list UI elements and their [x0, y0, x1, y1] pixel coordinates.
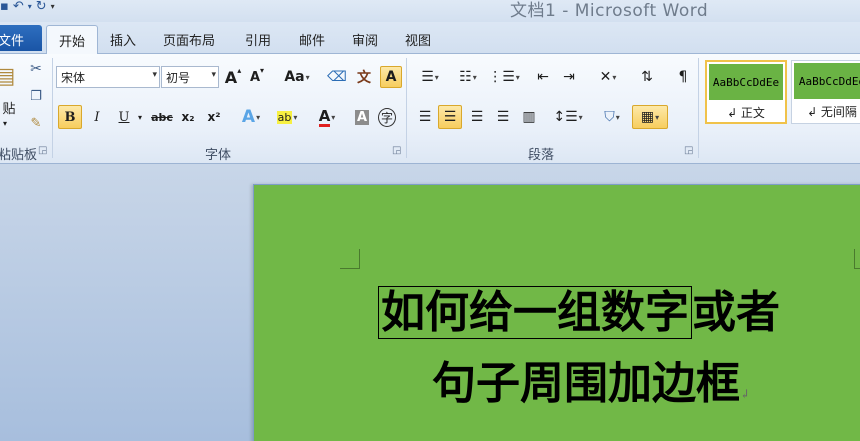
text-effects-button[interactable]: A ▾: [236, 105, 266, 129]
customize-toolbar-icon[interactable]: ▾: [51, 0, 55, 14]
justify-icon[interactable]: ☰: [492, 105, 514, 129]
font-color-label: A: [318, 106, 331, 127]
shrink-font-label: A: [249, 69, 261, 85]
window-title: 文档1 - Microsoft Word: [510, 1, 709, 21]
bold-button[interactable]: B: [58, 105, 82, 129]
show-marks-icon[interactable]: ¶: [672, 66, 694, 88]
clear-format-icon[interactable]: ⌫: [326, 66, 348, 88]
change-case-button[interactable]: Aa ▾: [282, 66, 312, 88]
tab-page-layout[interactable]: 页面布局: [163, 30, 215, 49]
underline-dropdown-icon[interactable]: ▾: [135, 105, 145, 129]
ribbon: ▤ 贴 ▾ ✂ ❐ ✎ 粘贴板 ◲ 宋体 ▾ 初号 ▾ A ▴ A ▾ Aa ▾ ⌫ …: [0, 54, 860, 164]
subscript-button[interactable]: x₂: [178, 105, 198, 129]
multilevel-list-icon[interactable]: ⋮☰ ▾: [488, 66, 520, 88]
group-label-font: 字体: [205, 148, 232, 163]
document-line-1[interactable]: 如何给一组数字或者: [378, 276, 780, 340]
tab-review[interactable]: 审阅: [352, 30, 378, 49]
font-size-combo[interactable]: 初号 ▾: [161, 66, 219, 88]
tab-home[interactable]: 开始: [46, 25, 98, 55]
font-color-button[interactable]: A ▾: [310, 105, 344, 129]
plain-text[interactable]: 或者: [692, 287, 780, 338]
ribbon-tabs: 文件 开始 插入 页面布局 引用 邮件 审阅 视图: [0, 22, 860, 55]
bordered-text[interactable]: 如何给一组数字: [378, 286, 692, 339]
change-case-label: Aa: [284, 69, 305, 85]
borders-icon[interactable]: ▦ ▾: [632, 105, 668, 129]
grow-font-label: A: [224, 67, 238, 87]
align-right-icon[interactable]: ☰: [466, 105, 488, 129]
highlight-label: ab: [276, 110, 293, 124]
chevron-down-icon[interactable]: ▾: [211, 70, 216, 80]
tab-insert[interactable]: 插入: [110, 30, 136, 49]
font-size-value: 初号: [166, 71, 191, 85]
chevron-down-icon[interactable]: ▾: [152, 70, 157, 80]
numbering-icon[interactable]: ☷ ▾: [452, 66, 484, 88]
redo-icon[interactable]: ↻: [36, 0, 47, 14]
style-no-spacing[interactable]: AaBbCcDdEe ↲ 无间隔: [791, 60, 860, 124]
format-painter-icon[interactable]: ✎: [27, 114, 45, 132]
paragraph-mark: ↲: [740, 387, 751, 401]
paste-dropdown-icon[interactable]: ▾: [0, 118, 10, 128]
phonetic-guide-button[interactable]: 文: [353, 66, 375, 88]
crop-mark: [854, 249, 860, 269]
tab-references[interactable]: 引用: [245, 30, 271, 49]
group-separator: [698, 58, 699, 158]
group-separator: [406, 58, 407, 158]
font-name-value: 宋体: [61, 71, 86, 85]
distributed-icon[interactable]: ▥: [518, 105, 540, 129]
cut-icon[interactable]: ✂: [27, 60, 45, 78]
font-name-combo[interactable]: 宋体 ▾: [56, 66, 160, 88]
shading-icon[interactable]: ⛉ ▾: [596, 105, 628, 129]
enclose-characters-label: 字: [377, 107, 396, 127]
title-bar: ▪ ↶ ▾ ↻ ▾ 文档1 - Microsoft Word: [0, 0, 860, 22]
clipboard-launcher-icon[interactable]: ◲: [38, 145, 47, 156]
document-page[interactable]: 如何给一组数字或者 句子周围加边框↲: [253, 184, 860, 441]
copy-icon[interactable]: ❐: [27, 87, 45, 105]
crop-mark: [340, 249, 360, 269]
bullets-icon[interactable]: ☰ ▾: [414, 66, 446, 88]
grow-font-button[interactable]: A ▴: [224, 66, 242, 88]
strikethrough-button[interactable]: abc: [150, 105, 174, 129]
style-sample: AaBbCcDdEe: [794, 63, 860, 99]
chinese-layout-icon[interactable]: ✕ ▾: [592, 66, 624, 88]
align-left-icon[interactable]: ☰: [414, 105, 436, 129]
group-label-clipboard: 粘贴板: [0, 148, 38, 163]
document-line-2[interactable]: 句子周围加边框↲: [432, 347, 750, 411]
character-border-button[interactable]: A: [380, 66, 402, 88]
undo-icon[interactable]: ↶: [13, 0, 24, 14]
plain-text[interactable]: 句子周围加边框: [432, 358, 740, 409]
shrink-font-button[interactable]: A ▾: [248, 66, 266, 88]
style-name: ↲ 正文: [727, 106, 765, 120]
group-label-paragraph: 段落: [528, 148, 555, 163]
text-effects-label: A: [241, 107, 256, 127]
style-sample: AaBbCcDdEe: [709, 64, 783, 100]
character-shading-button[interactable]: A: [352, 105, 372, 129]
style-normal[interactable]: AaBbCcDdEe ↲ 正文: [705, 60, 787, 124]
styles-gallery: AaBbCcDdEe ↲ 正文 AaBbCcDdEe ↲ 无间隔: [705, 60, 860, 126]
group-separator: [52, 58, 53, 158]
quick-access-toolbar: ▪ ↶ ▾ ↻ ▾: [0, 0, 55, 14]
underline-button[interactable]: U: [114, 105, 134, 129]
font-launcher-icon[interactable]: ◲: [392, 145, 401, 156]
align-center-icon[interactable]: ☰: [438, 105, 462, 129]
increase-indent-icon[interactable]: ⇥: [558, 66, 580, 88]
highlight-button[interactable]: ab ▾: [270, 105, 304, 129]
sort-icon[interactable]: ⇅: [636, 66, 658, 88]
decrease-indent-icon[interactable]: ⇤: [532, 66, 554, 88]
tab-mailings[interactable]: 邮件: [299, 30, 325, 49]
italic-button[interactable]: I: [88, 105, 106, 129]
character-shading-label: A: [354, 109, 370, 125]
line-spacing-icon[interactable]: ↕☰ ▾: [552, 105, 584, 129]
paste-icon[interactable]: ▤: [0, 58, 16, 94]
paragraph-launcher-icon[interactable]: ◲: [684, 145, 693, 156]
style-name: ↲ 无间隔: [807, 105, 857, 119]
enclose-characters-button[interactable]: 字: [376, 105, 398, 129]
tab-view[interactable]: 视图: [405, 30, 431, 49]
save-icon[interactable]: ▪: [0, 0, 9, 14]
tab-file[interactable]: 文件: [0, 25, 42, 51]
paste-button[interactable]: 贴: [0, 98, 18, 117]
undo-dropdown-icon[interactable]: ▾: [28, 0, 32, 14]
superscript-button[interactable]: x²: [204, 105, 224, 129]
